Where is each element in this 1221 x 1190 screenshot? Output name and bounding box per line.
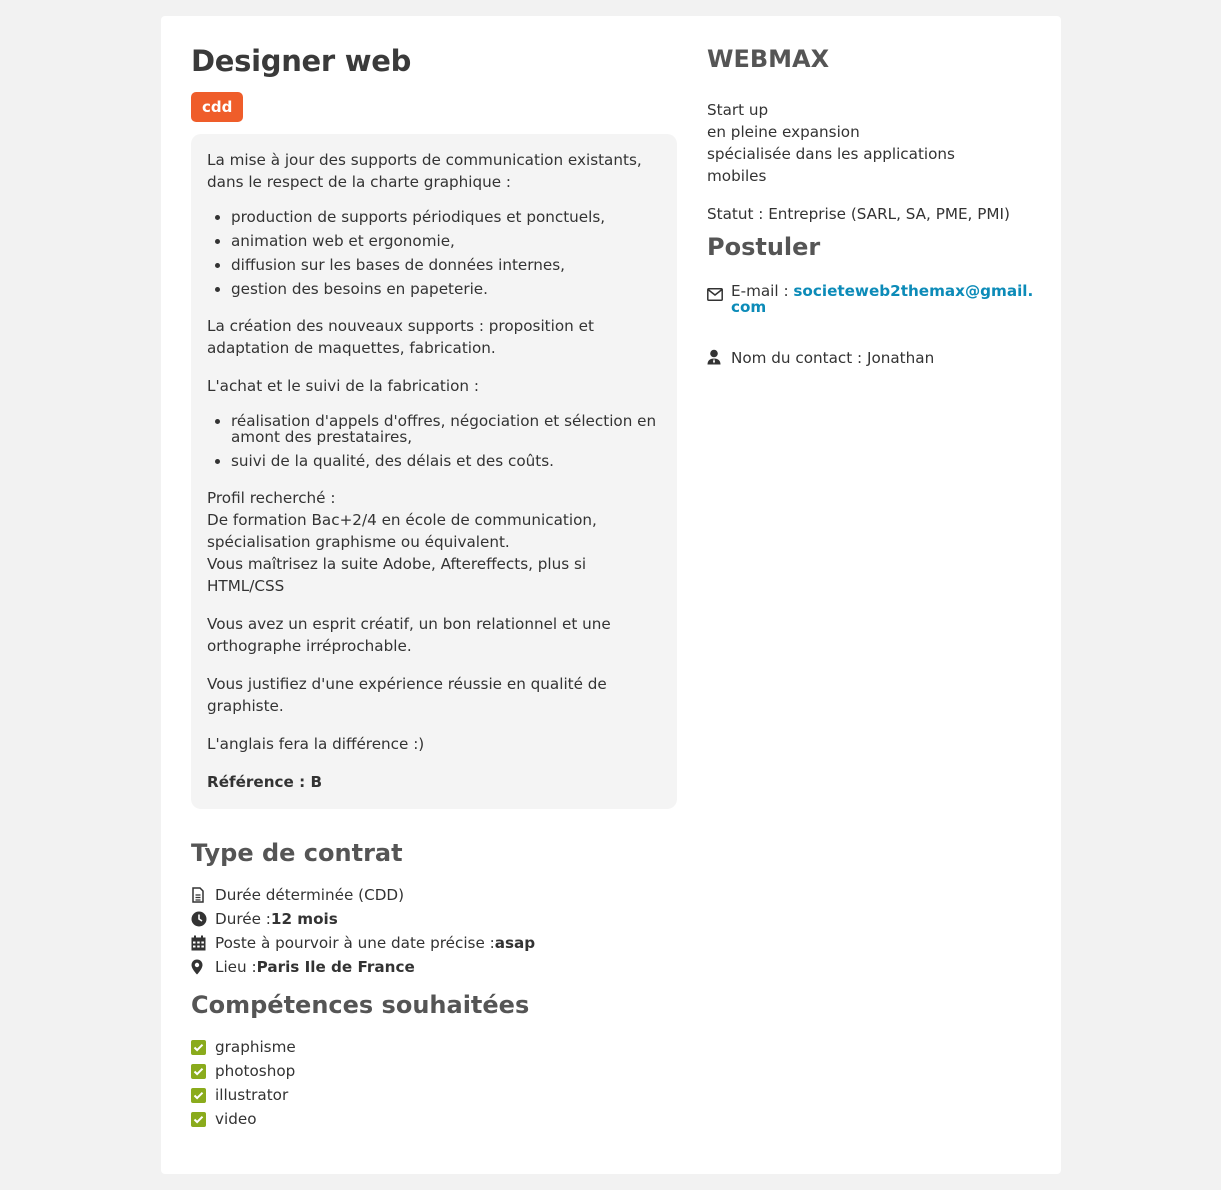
profile-line: Vous maîtrisez la suite Adobe, Aftereffe… [207, 555, 587, 595]
list-item: production de supports périodiques et po… [231, 205, 661, 229]
company-desc-line: spécialisée dans les applications [707, 145, 955, 163]
description-paragraph: Vous justifiez d'une expérience réussie … [207, 675, 607, 715]
job-main-column: Designer web cdd La mise à jour des supp… [191, 42, 677, 1131]
contract-location: Lieu : Paris Ile de France [191, 955, 677, 979]
skills-list: graphisme photoshop illustrator video [191, 1035, 677, 1131]
duration-label: Durée : [215, 910, 271, 928]
apply-heading: Postuler [707, 233, 821, 261]
description-paragraph: La création des nouveaux supports : prop… [207, 317, 594, 357]
calendar-icon [191, 935, 215, 951]
contract-type-text: Durée déterminée (CDD) [215, 886, 405, 904]
company-desc-line: mobiles [707, 167, 767, 185]
description-paragraph: L'achat et le suivi de la fabrication : [207, 377, 479, 395]
clock-icon [191, 911, 215, 927]
contract-duration: Durée : 12 mois [191, 907, 677, 931]
profile-label: Profil recherché : [207, 489, 336, 507]
list-item: réalisation d'appels d'offres, négociati… [231, 409, 661, 449]
list-item: gestion des besoins en papeterie. [231, 277, 661, 301]
skill-item: graphisme [191, 1035, 677, 1059]
list-item: diffusion sur les bases de données inter… [231, 253, 661, 277]
start-label: Poste à pourvoir à une date précise : [215, 934, 495, 952]
job-description: La mise à jour des supports de communica… [191, 134, 677, 809]
company-status: Statut : Entreprise (SARL, SA, PME, PMI) [707, 205, 1010, 223]
purchasing-list: réalisation d'appels d'offres, négociati… [231, 409, 661, 473]
skills-heading: Compétences souhaitées [191, 991, 530, 1019]
map-pin-icon [191, 959, 215, 975]
company-description: Start up en pleine expansion spécialisée… [707, 99, 1037, 187]
list-item: animation web et ergonomie, [231, 229, 661, 253]
reference: Référence : B [207, 773, 323, 791]
list-item: suivi de la qualité, des délais et des c… [231, 449, 661, 473]
start-value: asap [494, 934, 536, 952]
description-intro: La mise à jour des supports de communica… [207, 151, 642, 191]
skill-label: video [215, 1110, 257, 1128]
checkbox-checked-icon [191, 1063, 215, 1079]
contract-heading: Type de contrat [191, 839, 403, 867]
contact-name: Nom du contact : Jonathan [731, 349, 935, 367]
location-label: Lieu : [215, 958, 257, 976]
description-paragraph: L'anglais fera la différence :) [207, 735, 425, 753]
profile-line: De formation Bac+2/4 en école de communi… [207, 511, 597, 551]
location-value: Paris Ile de France [256, 958, 415, 976]
email-row: E-mail : societeweb2themax@gmail.com [707, 283, 1037, 315]
contact-row: Nom du contact : Jonathan [707, 347, 1037, 371]
skill-label: graphisme [215, 1038, 296, 1056]
tasks-list: production de supports périodiques et po… [231, 205, 661, 301]
skill-label: photoshop [215, 1062, 296, 1080]
description-paragraph: Vous avez un esprit créatif, un bon rela… [207, 615, 611, 655]
contract-type: Durée déterminée (CDD) [191, 883, 677, 907]
company-column: WEBMAX Start up en pleine expansion spéc… [707, 42, 1037, 371]
company-desc-line: en pleine expansion [707, 123, 860, 141]
contract-badge: cdd [191, 92, 244, 122]
skill-item: video [191, 1107, 677, 1131]
email-text: E-mail : societeweb2themax@gmail.com [731, 283, 1037, 315]
company-name: WEBMAX [707, 45, 830, 73]
checkbox-checked-icon [191, 1039, 215, 1055]
company-desc-line: Start up [707, 101, 769, 119]
document-icon [191, 887, 215, 903]
skill-item: illustrator [191, 1083, 677, 1107]
job-card: Designer web cdd La mise à jour des supp… [161, 16, 1061, 1174]
skill-label: illustrator [215, 1086, 289, 1104]
job-title: Designer web [191, 44, 412, 78]
checkbox-checked-icon [191, 1111, 215, 1127]
contract-info-list: Durée déterminée (CDD) Durée : 12 mois P… [191, 883, 677, 979]
duration-value: 12 mois [270, 910, 338, 928]
skill-item: photoshop [191, 1059, 677, 1083]
checkbox-checked-icon [191, 1087, 215, 1103]
profile-block: Profil recherché : De formation Bac+2/4 … [207, 487, 661, 597]
user-icon [707, 347, 731, 371]
envelope-icon [707, 283, 731, 315]
contract-start: Poste à pourvoir à une date précise : as… [191, 931, 677, 955]
